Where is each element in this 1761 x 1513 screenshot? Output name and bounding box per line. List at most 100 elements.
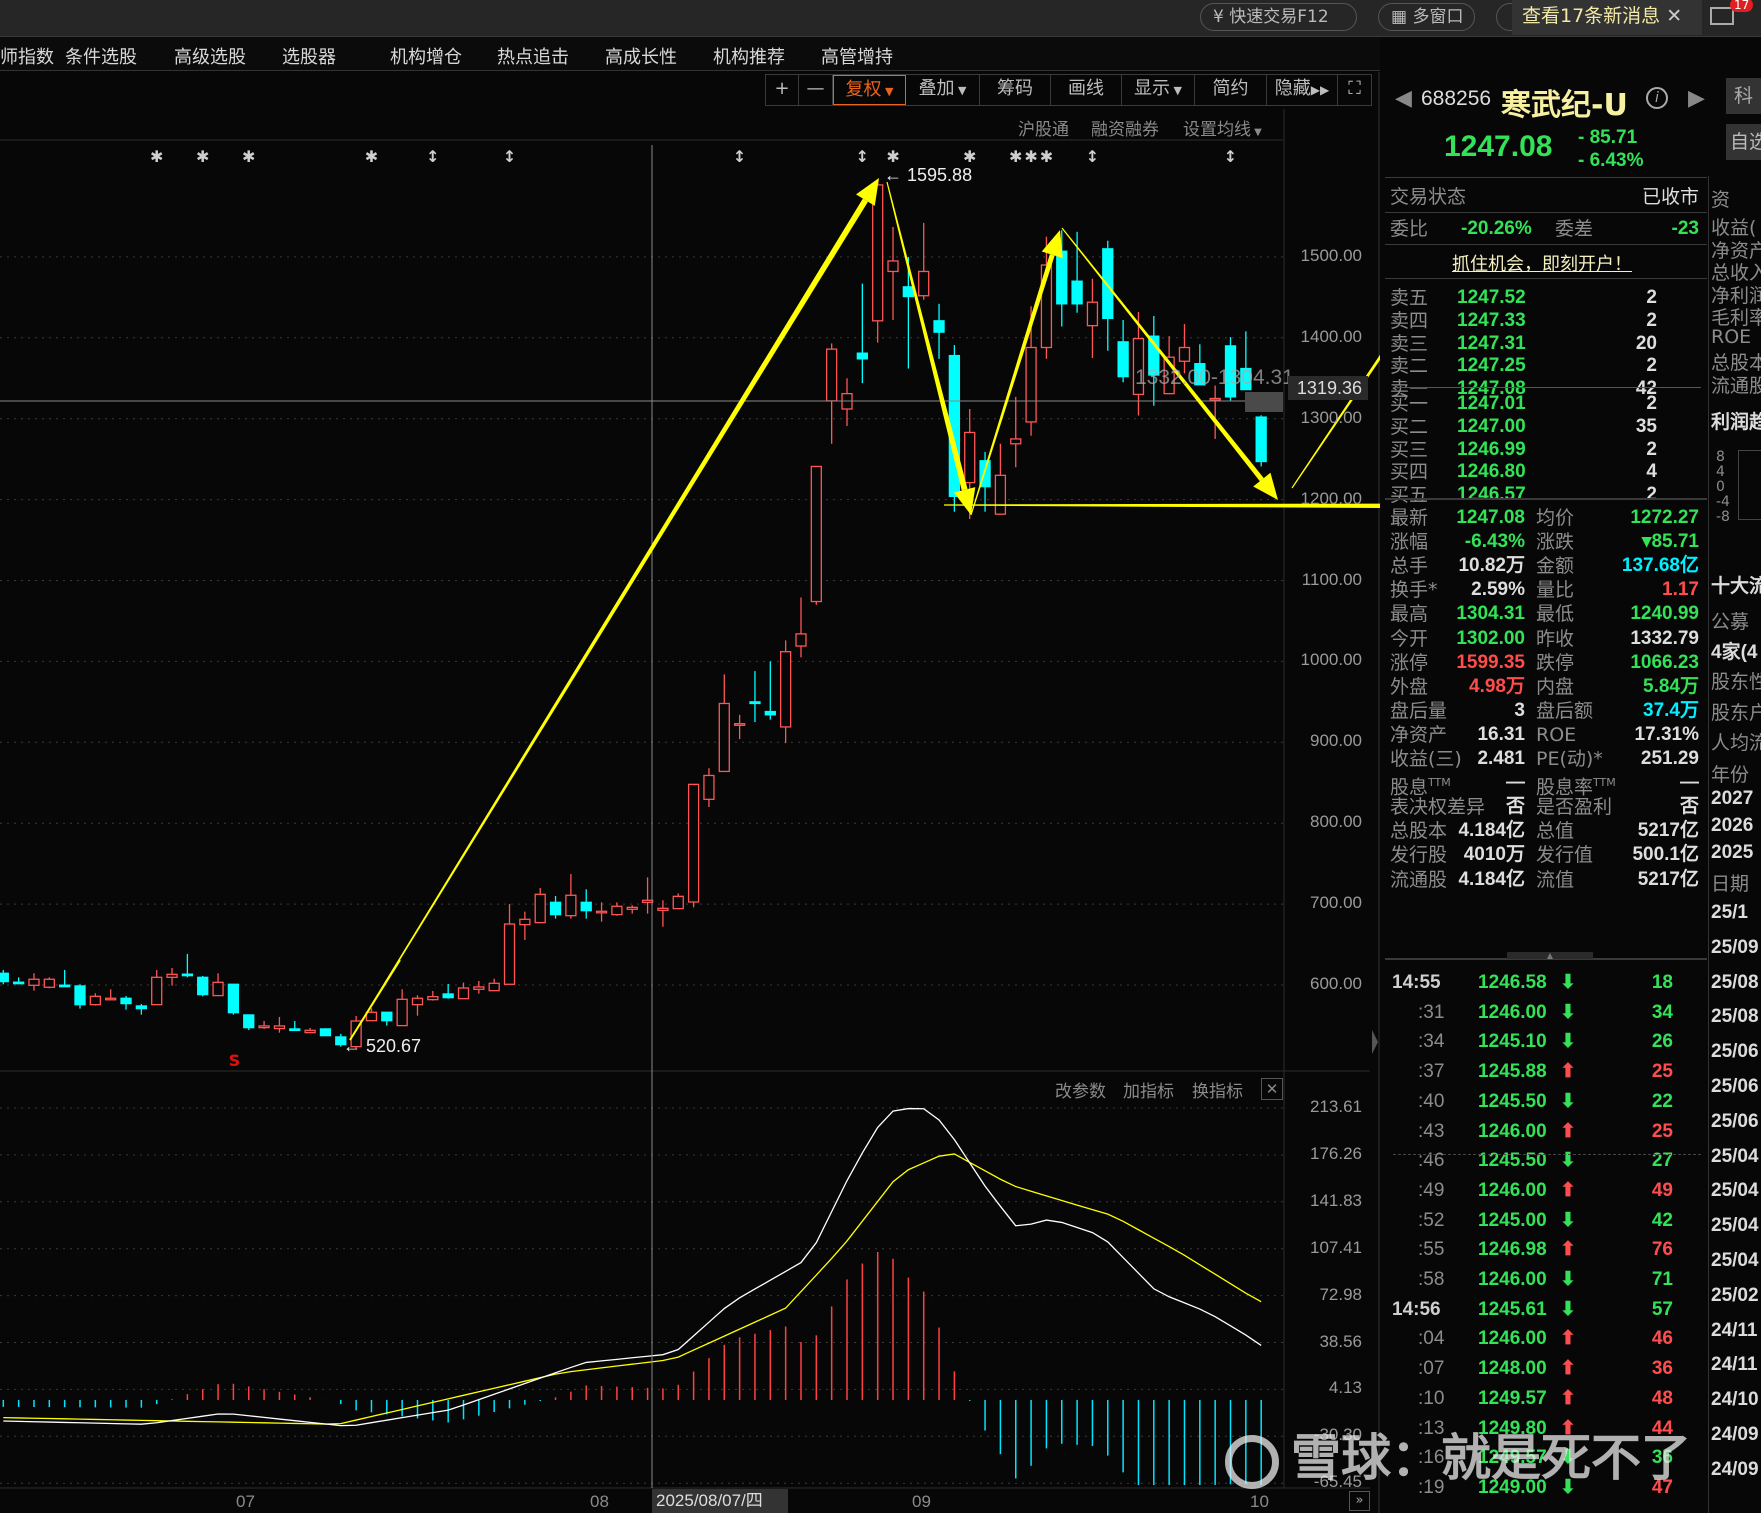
stat-value: 1066.23 (1630, 651, 1699, 673)
candle-body (1010, 438, 1022, 445)
ask-level[interactable]: 卖四 1247.33 2 (1385, 309, 1707, 333)
crosshair-price-box (1245, 392, 1283, 412)
arrow-up-icon: ⬆ (1560, 1239, 1576, 1261)
stat-label-text: 涨跌 (1536, 531, 1575, 554)
annotation-arrow-up-3[interactable] (1291, 258, 1380, 489)
bid-level[interactable]: 买五 1246.57 2 (1385, 483, 1707, 507)
event-marker[interactable]: ✱ (242, 147, 255, 166)
candle-body (243, 1014, 255, 1029)
stat-label-sup: TTM (1428, 776, 1451, 790)
candle-body (289, 1028, 301, 1032)
candle (411, 995, 424, 1016)
annotation-arrow-down-1[interactable] (886, 181, 976, 515)
holder-item: 公募 (1711, 611, 1750, 633)
info-icon[interactable]: i (1646, 87, 1668, 109)
stat-value: 2.481 (1477, 748, 1525, 769)
next-stock-icon[interactable]: ▶ (1688, 86, 1705, 111)
candle-body (1102, 248, 1114, 320)
quote-panel: ◀ 688256 寒武纪-U i ▶ 1247.08 - 85.71 - 6.4… (1385, 72, 1707, 1513)
event-marker[interactable]: ✱ (886, 147, 899, 166)
date-item: 24/09 (1711, 1424, 1759, 1445)
quote-stat-row: 发行股 4010万 发行值 500.1亿 (1385, 843, 1707, 867)
candle (519, 911, 531, 940)
candle (749, 671, 761, 723)
tick-price: 1245.10 (1478, 1031, 1547, 1053)
trading-status-row: 交易状态 已收市 (1385, 185, 1707, 209)
candle (396, 989, 408, 1027)
add-indicator-button[interactable]: 加指标 (1123, 1077, 1174, 1102)
annotation-arrow-up-2[interactable] (970, 230, 1063, 516)
event-marker[interactable]: ✱ (1009, 147, 1022, 166)
price-axis-label: 1400.00 (1300, 326, 1362, 346)
date-item: 25/06 (1711, 1110, 1759, 1132)
close-icon[interactable]: ✕ (1666, 5, 1682, 27)
open-account-link[interactable]: 抓住机会，即刻开户！ (1452, 250, 1632, 276)
stat-label: 内盘 (1536, 675, 1574, 699)
stat-label: 最高 (1390, 602, 1428, 626)
candle (1117, 320, 1129, 383)
event-marker[interactable]: ↕ (503, 147, 516, 166)
edit-params-button[interactable]: 改参数 (1055, 1077, 1106, 1102)
new-messages-button[interactable]: 查看17条新消息 ✕ (1512, 0, 1702, 35)
ask-level[interactable]: 卖五 1247.52 2 (1385, 286, 1707, 310)
event-marker[interactable]: ✱ (1040, 147, 1053, 166)
stat-label-text: 发行值 (1536, 844, 1594, 867)
event-marker[interactable]: ✱ (1024, 147, 1037, 166)
event-marker[interactable]: ↕ (426, 147, 439, 166)
quote-stat-row: 股息TTM — 股息率TTM — (1385, 771, 1707, 798)
event-marker[interactable]: ✱ (365, 147, 378, 166)
event-marker[interactable]: ↕ (733, 147, 746, 166)
stat-value: 5.84万 (1643, 675, 1699, 697)
bid-level[interactable]: 买四 1246.80 4 (1385, 460, 1707, 484)
trend-axis-label: -8 (1716, 509, 1730, 525)
candle (488, 978, 500, 992)
multi-window-button[interactable]: ▦ 多窗口 (1378, 3, 1475, 31)
candle (59, 969, 71, 988)
prev-stock-icon[interactable]: ◀ (1395, 86, 1412, 111)
bid-level[interactable]: 买一 1247.01 2 (1385, 392, 1707, 416)
bid-level[interactable]: 买三 1246.99 2 (1385, 438, 1707, 462)
sell-signal-marker[interactable]: S (229, 1051, 241, 1070)
candle (841, 378, 853, 426)
indicator-axis-label: 141.83 (1310, 1190, 1362, 1210)
stat-value: 137.68亿 (1621, 555, 1699, 577)
tick-row: :40 1245.50 ⬇ 22 (1385, 1090, 1707, 1114)
candle (12, 977, 25, 985)
close-indicator-icon[interactable]: ✕ (1261, 1078, 1283, 1100)
bid-level[interactable]: 买二 1247.00 35 (1385, 415, 1707, 439)
stat-label-text: 净资产 (1390, 723, 1448, 746)
candle (212, 973, 224, 997)
stat-label-text: 总手 (1390, 555, 1429, 578)
event-marker[interactable]: ↕ (856, 147, 869, 166)
level-price: 1247.01 (1457, 393, 1526, 414)
switch-indicator-button[interactable]: 换指标 (1192, 1077, 1243, 1102)
event-marker[interactable]: ✱ (150, 147, 163, 166)
stat-label: 流值 (1536, 868, 1574, 892)
date-item: 25/06 (1711, 1076, 1759, 1097)
candle-body (503, 923, 516, 985)
tick-row: :37 1245.88 ⬆ 25 (1385, 1060, 1707, 1084)
event-marker[interactable]: ↕ (1086, 147, 1099, 166)
xueqiu-logo-icon (1225, 1434, 1279, 1489)
event-marker[interactable]: ✱ (196, 147, 209, 166)
tick-price: 1246.00 (1478, 1328, 1547, 1350)
mail-icon[interactable] (1710, 7, 1734, 25)
candle-body (365, 1011, 378, 1022)
collapse-stats-handle[interactable]: ▲ (1507, 952, 1593, 960)
stat-label-text: 涨幅 (1390, 531, 1429, 554)
candle (703, 768, 715, 808)
kline-chart[interactable]: ✱ ✱ ✱ ✱ ↕ ↕ ↕ ↕ ✱ ✱ ✱ ✱ ✱ ↕ ↕S (0, 0, 1380, 1513)
indicator-axis-label: 38.56 (1319, 1331, 1362, 1351)
event-marker[interactable]: ✱ (963, 147, 976, 166)
add-watchlist-button[interactable]: 自选 (1726, 124, 1761, 160)
scroll-right-icon[interactable]: » (1349, 1491, 1370, 1511)
arrow-shaft (970, 254, 1055, 516)
ask-level[interactable]: 卖三 1247.31 20 (1385, 332, 1707, 356)
quote-stat-row: 涨停 1599.35 跌停 1066.23 (1385, 651, 1707, 675)
candle (902, 256, 915, 369)
level-volume: 2 (1646, 355, 1657, 377)
candle-body (43, 978, 55, 988)
ask-level[interactable]: 卖二 1247.25 2 (1385, 354, 1707, 378)
event-marker[interactable]: ↕ (1224, 147, 1237, 166)
date-item: 24/11 (1711, 1319, 1758, 1341)
